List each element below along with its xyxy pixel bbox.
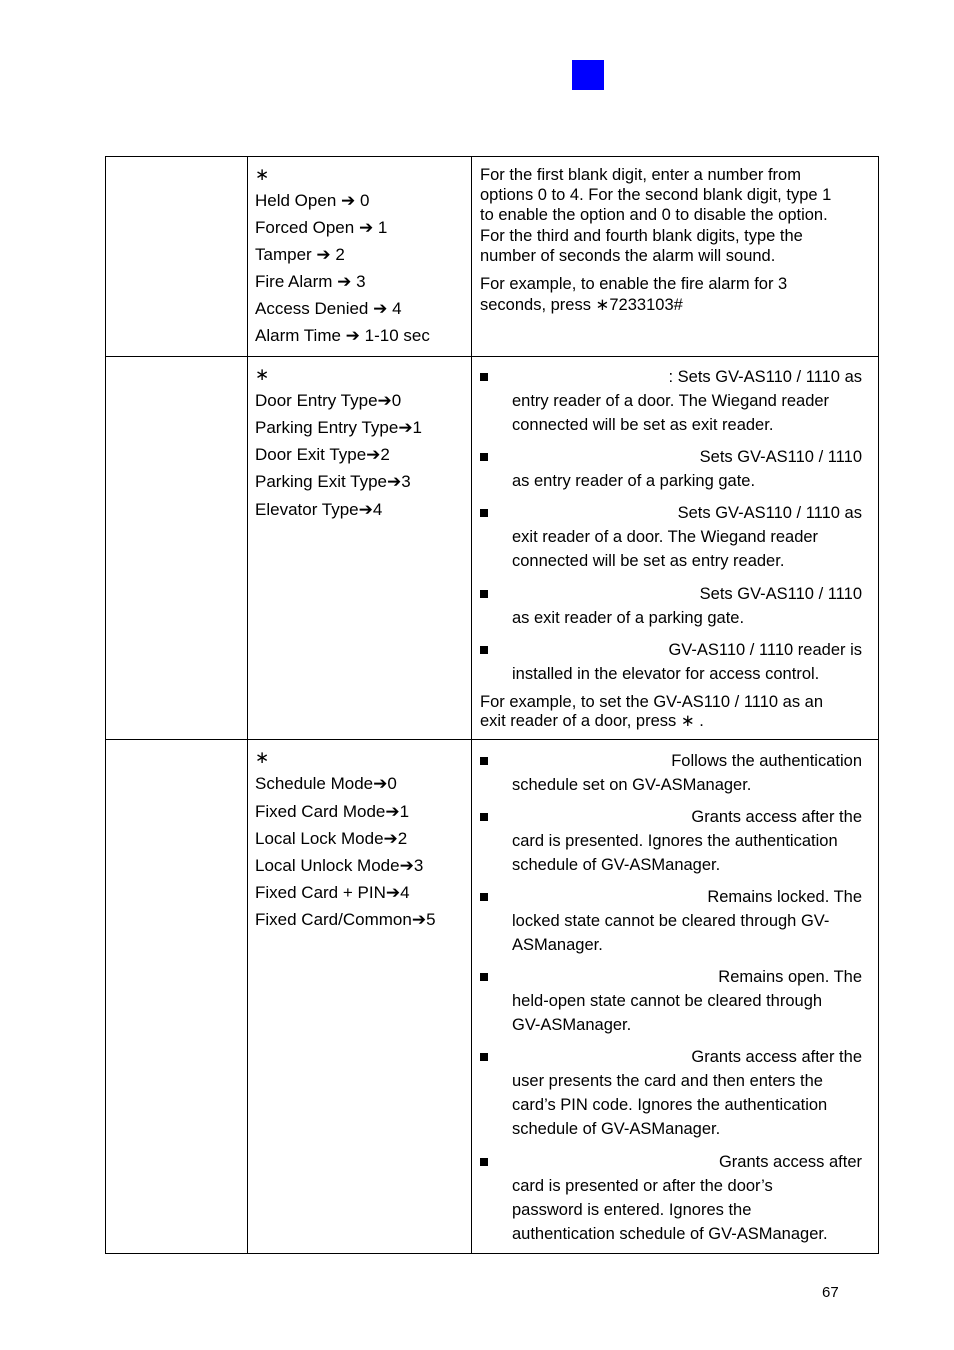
bullet-text: GV-ASManager.	[512, 1016, 632, 1034]
bullet-icon	[480, 757, 488, 765]
bullet-text: Remains open. The	[718, 968, 862, 986]
bullet-text: exit reader of a door. The Wiegand reade…	[512, 528, 819, 546]
option-line: Local Unlock Mode➔3	[255, 856, 424, 875]
option-line: Tamper ➔ 2	[255, 245, 345, 264]
option-line: Access Denied ➔ 4	[255, 299, 402, 318]
bullet-text: schedule of GV-ASManager.	[512, 1120, 721, 1138]
bullet-icon	[480, 893, 488, 901]
description-line: For example, to enable the fire alarm fo…	[480, 275, 788, 293]
bullet-icon	[480, 813, 488, 821]
bullet-text: Grants access after the	[691, 808, 862, 826]
bullet-text: schedule set on GV-ASManager.	[512, 776, 752, 794]
description-line: For the first blank digit, enter a numbe…	[480, 166, 801, 184]
option-line: Forced Open ➔ 1	[255, 218, 388, 237]
page-number: 67	[822, 1284, 839, 1301]
example-note: For example, to set the GV-AS110 / 1110 …	[480, 693, 824, 711]
bullet-text: connected will be set as entry reader.	[512, 552, 785, 570]
option-line: Door Entry Type➔0	[255, 391, 402, 410]
bullet-text: card is presented or after the door’s	[512, 1177, 773, 1195]
bullet-text: locked state cannot be cleared through G…	[512, 912, 830, 930]
option-line: Held Open ➔ 0	[255, 191, 370, 210]
table-border	[105, 156, 879, 157]
table-border	[878, 156, 879, 1254]
option-line: Fixed Card/Common➔5	[255, 910, 436, 929]
option-line: Local Lock Mode➔2	[255, 829, 408, 848]
bullet-text: Grants access after the	[691, 1048, 862, 1066]
bullet-text: ASManager.	[512, 936, 603, 954]
option-line: Parking Exit Type➔3	[255, 472, 411, 491]
bullet-text: schedule of GV-ASManager.	[512, 856, 721, 874]
bullet-icon	[480, 509, 488, 517]
option-line: Fixed Card + PIN➔4	[255, 883, 410, 902]
bullet-text: connected will be set as exit reader.	[512, 416, 774, 434]
bullet-icon	[480, 1053, 488, 1061]
column-divider	[471, 156, 472, 1254]
bullet-text: authentication schedule of GV-ASManager.	[512, 1225, 828, 1243]
bullet-icon	[480, 373, 488, 381]
bullet-icon	[480, 973, 488, 981]
bullet-text: user presents the card and then enters t…	[512, 1072, 823, 1090]
option-line: Door Exit Type➔2	[255, 445, 390, 464]
bullet-text: as exit reader of a parking gate.	[512, 609, 745, 627]
bullet-text: Grants access after	[718, 1153, 862, 1171]
bullet-text: entry reader of a door. The Wiegand read…	[512, 392, 830, 410]
description-line: to enable the option and 0 to disable th…	[480, 206, 828, 224]
chapter-marker	[572, 60, 604, 90]
bullet-text: Sets GV-AS110 / 1110 as	[677, 504, 862, 522]
bullet-text: GV-AS110 / 1110 reader is	[668, 641, 862, 659]
example-note: exit reader of a door, press ∗ .	[480, 712, 704, 730]
bullet-text: installed in the elevator for access con…	[512, 665, 820, 683]
option-line: Fire Alarm ➔ 3	[255, 272, 366, 291]
option-line: ∗	[255, 165, 270, 184]
bullet-text: card’s PIN code. Ignores the authenticat…	[512, 1096, 828, 1114]
bullet-text: Sets GV-AS110 / 1110	[699, 585, 862, 603]
bullet-text: Follows the authentication	[671, 752, 862, 770]
bullet-text: password is entered. Ignores the	[512, 1201, 752, 1219]
option-line: Schedule Mode➔0	[255, 774, 397, 793]
bullet-icon	[480, 646, 488, 654]
description-line: options 0 to 4. For the second blank dig…	[480, 186, 832, 204]
document-page: ∗ Held Open ➔ 0 Forced Open ➔ 1 Tamper ➔ 2 F…	[0, 0, 954, 1350]
bullet-text: : Sets GV-AS110 / 1110 as	[668, 368, 862, 386]
row-divider	[105, 356, 879, 357]
option-line: ∗	[255, 365, 270, 384]
bullet-text: Sets GV-AS110 / 1110	[699, 448, 862, 466]
bullet-text: held-open state cannot be cleared throug…	[512, 992, 823, 1010]
column-divider	[247, 156, 248, 1254]
bullet-icon	[480, 453, 488, 461]
option-line: Alarm Time ➔ 1-10 sec	[255, 326, 430, 345]
option-line: Fixed Card Mode➔1	[255, 802, 410, 821]
option-line: Elevator Type➔4	[255, 500, 383, 519]
row-divider	[105, 739, 879, 740]
bullet-text: Remains locked. The	[707, 888, 862, 906]
bullet-icon	[480, 590, 488, 598]
description-line: seconds, press ∗7233103#	[480, 296, 683, 314]
table-border	[105, 156, 106, 1254]
option-line: Parking Entry Type➔1	[255, 418, 423, 437]
description-line: number of seconds the alarm will sound.	[480, 247, 776, 265]
bullet-icon	[480, 1158, 488, 1166]
bullet-text: as entry reader of a parking gate.	[512, 472, 756, 490]
bullet-text: card is presented. Ignores the authentic…	[512, 832, 838, 850]
table-border	[105, 1253, 879, 1254]
option-line: ∗	[255, 748, 270, 767]
description-line: For the third and fourth blank digits, t…	[480, 227, 803, 245]
